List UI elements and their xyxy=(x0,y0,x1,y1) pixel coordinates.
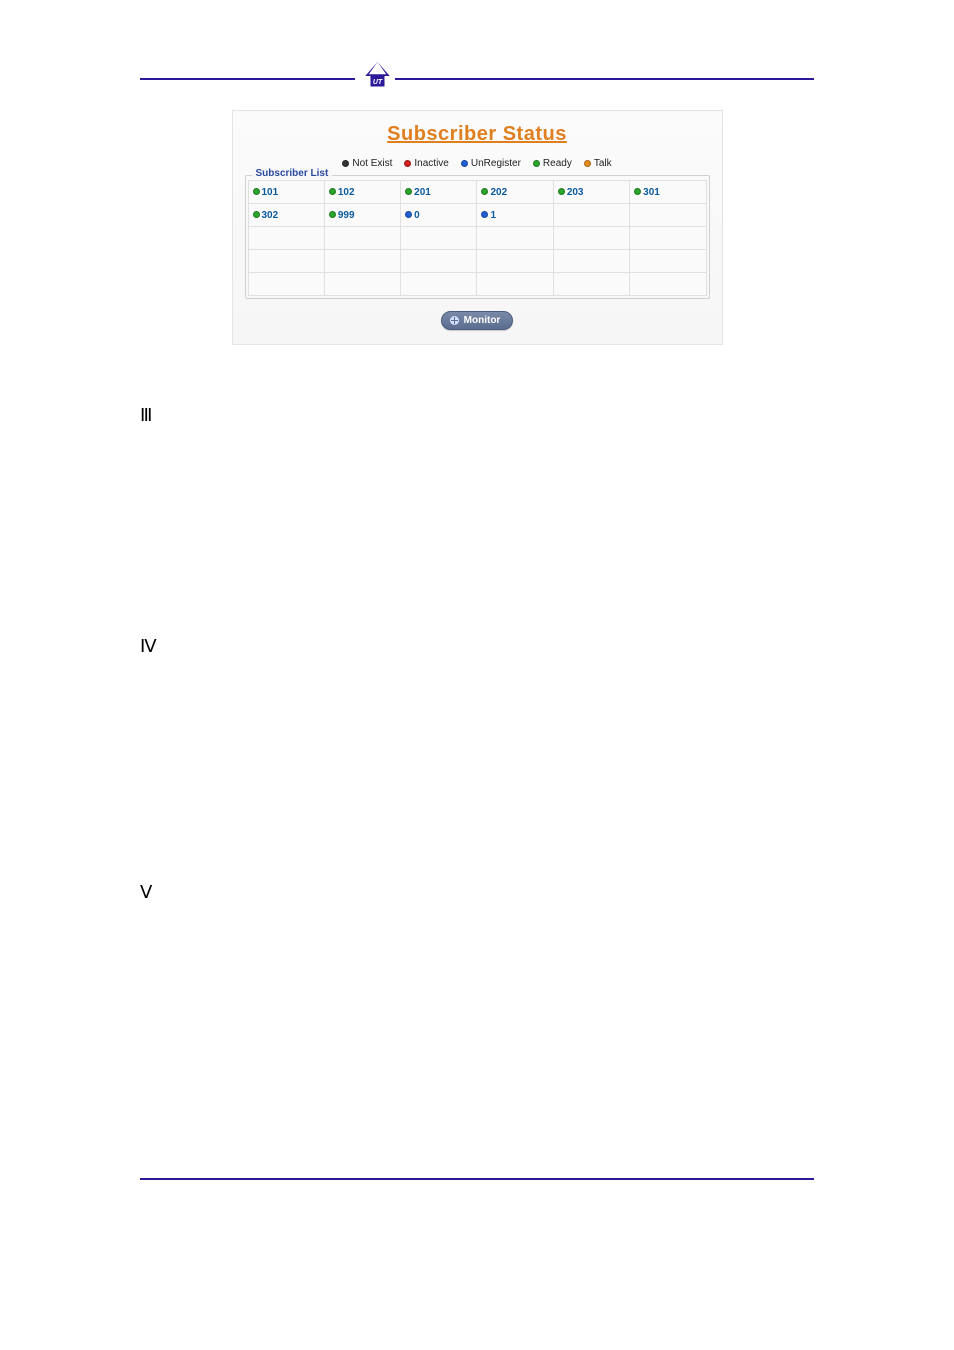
inactive-bullet-icon xyxy=(404,160,411,167)
legend-item: Not Exist xyxy=(342,158,392,169)
subscriber-number: 999 xyxy=(338,210,355,221)
subscriber-cell xyxy=(477,250,553,273)
subscriber-cell xyxy=(630,273,706,296)
table-row: 302 999 0 1 xyxy=(248,204,706,227)
subscriber-cell[interactable]: 301 xyxy=(630,181,706,204)
subscriber-cell xyxy=(553,250,629,273)
legend-label: Not Exist xyxy=(352,158,392,169)
section-heading-iii: Ⅲ xyxy=(140,405,152,425)
svg-text:UT: UT xyxy=(373,79,383,86)
unregister-bullet-icon xyxy=(461,160,468,167)
page: UT Subscriber Status Not Exist Inactive Un… xyxy=(0,0,954,1350)
legend-item: Talk xyxy=(584,158,612,169)
subscriber-cell[interactable]: 0 xyxy=(401,204,477,227)
subscriber-cell xyxy=(401,273,477,296)
subscriber-cell xyxy=(248,227,324,250)
legend-label: Ready xyxy=(543,158,572,169)
ready-bullet-icon xyxy=(533,160,540,167)
talk-bullet-icon xyxy=(584,160,591,167)
fieldset-legend: Subscriber List xyxy=(252,168,333,179)
not-exist-bullet-icon xyxy=(342,160,349,167)
subscriber-cell xyxy=(477,227,553,250)
subscriber-cell[interactable]: 101 xyxy=(248,181,324,204)
subscriber-cell xyxy=(324,227,400,250)
monitor-icon xyxy=(450,316,459,325)
status-bullet-icon xyxy=(558,188,565,195)
table-row: 101 102 201 202 203 301 xyxy=(248,181,706,204)
subscriber-list-fieldset: Subscriber List 101102201202203301302999… xyxy=(245,175,710,299)
subscriber-cell xyxy=(630,227,706,250)
status-bullet-icon xyxy=(634,188,641,195)
subscriber-status-screenshot: Subscriber Status Not Exist Inactive UnReg… xyxy=(232,110,723,345)
subscriber-cell xyxy=(630,250,706,273)
monitor-button[interactable]: Monitor xyxy=(441,311,514,330)
subscriber-number: 102 xyxy=(338,187,355,198)
status-bullet-icon xyxy=(405,188,412,195)
subscriber-number: 101 xyxy=(262,187,279,198)
subscriber-cell[interactable]: 1 xyxy=(477,204,553,227)
legend-item: UnRegister xyxy=(461,158,521,169)
subscriber-cell xyxy=(553,227,629,250)
subscriber-cell xyxy=(324,273,400,296)
subscriber-cell xyxy=(401,227,477,250)
subscriber-cell[interactable]: 202 xyxy=(477,181,553,204)
section-iv: Ⅳ xyxy=(140,636,814,657)
section-heading-v: Ⅴ xyxy=(140,882,152,902)
subscriber-cell xyxy=(401,250,477,273)
header-divider: UT xyxy=(140,60,814,90)
subscriber-cell xyxy=(324,250,400,273)
header-rule-left xyxy=(140,78,355,80)
subscriber-number: 301 xyxy=(643,187,660,198)
legend-label: UnRegister xyxy=(471,158,521,169)
monitor-row: Monitor xyxy=(245,311,710,330)
subscriber-cell[interactable]: 302 xyxy=(248,204,324,227)
section-iii: Ⅲ xyxy=(140,405,814,426)
subscriber-cell xyxy=(248,273,324,296)
subscriber-cell xyxy=(477,273,553,296)
legend-item: Ready xyxy=(533,158,572,169)
table-row xyxy=(248,250,706,273)
subscriber-number: 0 xyxy=(414,210,420,221)
section-v: Ⅴ xyxy=(140,882,814,903)
subscriber-cell xyxy=(553,273,629,296)
subscriber-number: 203 xyxy=(567,187,584,198)
subscriber-number: 202 xyxy=(490,187,507,198)
subscriber-cell[interactable]: 201 xyxy=(401,181,477,204)
legend-item: Inactive xyxy=(404,158,448,169)
section-heading-iv: Ⅳ xyxy=(140,636,157,656)
footer-divider xyxy=(140,1178,814,1180)
subscriber-cell[interactable]: 102 xyxy=(324,181,400,204)
subscriber-number: 302 xyxy=(262,210,279,221)
legend-label: Talk xyxy=(594,158,612,169)
subscriber-cell xyxy=(630,204,706,227)
monitor-label: Monitor xyxy=(464,315,501,326)
subscriber-cell xyxy=(553,204,629,227)
status-bullet-icon xyxy=(253,211,260,218)
subscriber-cell xyxy=(248,250,324,273)
status-bullet-icon xyxy=(253,188,260,195)
status-bullet-icon xyxy=(329,188,336,195)
subscriber-grid: 101 102 201 202 203 301 302 999 0 1 xyxy=(248,180,707,296)
table-row xyxy=(248,273,706,296)
panel-title: Subscriber Status xyxy=(245,123,710,146)
table-row xyxy=(248,227,706,250)
subscriber-number: 1 xyxy=(490,210,496,221)
status-bullet-icon xyxy=(481,211,488,218)
status-bullet-icon xyxy=(481,188,488,195)
status-bullet-icon xyxy=(405,211,412,218)
subscriber-cell[interactable]: 203 xyxy=(553,181,629,204)
status-bullet-icon xyxy=(329,211,336,218)
legend-label: Inactive xyxy=(414,158,448,169)
header-rule-right xyxy=(395,78,814,80)
subscriber-cell[interactable]: 999 xyxy=(324,204,400,227)
logo-icon: UT xyxy=(360,60,395,92)
subscriber-number: 201 xyxy=(414,187,431,198)
